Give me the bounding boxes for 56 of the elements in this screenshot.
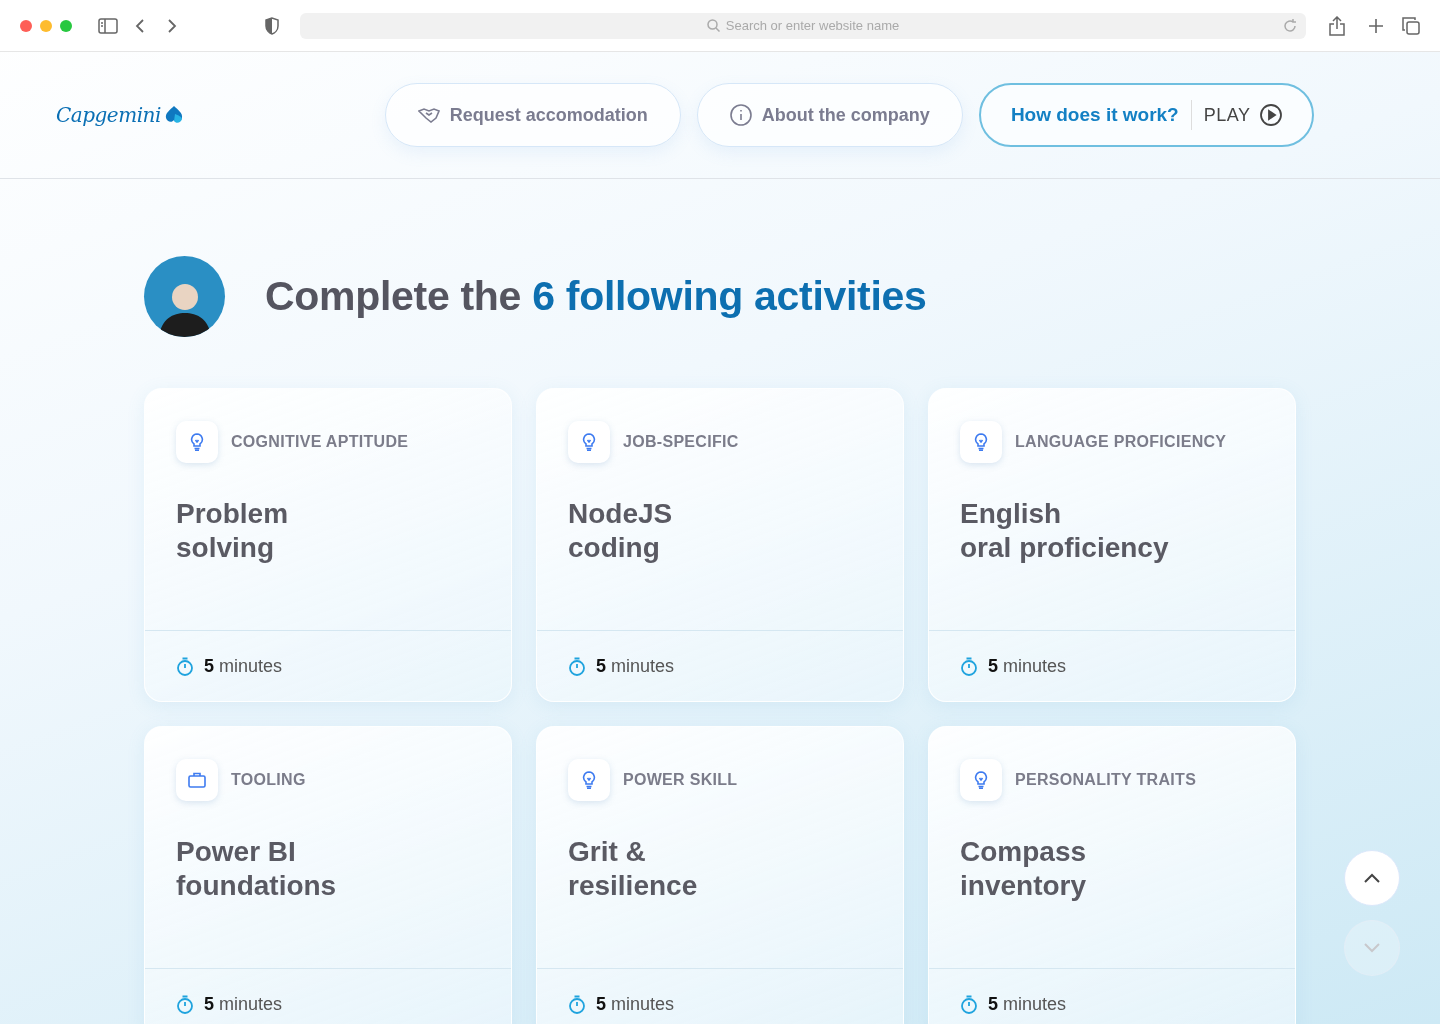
activity-duration: 5 minutes [988,993,1067,1015]
sidebar-icon[interactable] [98,17,118,34]
activity-title: Compass inventory [960,835,1088,903]
lightbulb-icon [582,433,596,451]
activity-card[interactable]: JOB-SPECIFIC NodeJS coding 5 minutes [536,388,904,702]
search-icon [706,19,720,32]
stopwatch-icon [176,994,194,1014]
about-company-button[interactable]: About the company [696,83,963,147]
activity-duration: 5 minutes [204,655,283,677]
play-icon [1260,104,1283,126]
activity-duration: 5 minutes [596,993,675,1015]
activity-category: PERSONALITY TRAITS [1015,771,1197,789]
lightbulb-icon [974,433,988,451]
how-it-works-link[interactable]: How does it work? [1010,100,1192,130]
activity-title: Power BI foundations [176,835,338,903]
play-button[interactable]: PLAY [1203,104,1283,126]
activity-card[interactable]: POWER SKILL Grit & resilience 5 minutes [536,726,904,1024]
activity-card[interactable]: TOOLING Power BI foundations 5 minutes [144,726,512,1024]
activity-title: Grit & resilience [568,835,699,903]
info-icon [729,104,752,126]
stopwatch-icon [176,656,194,676]
activity-category: JOB-SPECIFIC [623,433,739,451]
plus-icon[interactable] [1368,17,1384,34]
chevron-up-icon [1364,873,1380,883]
close-window-dot[interactable] [20,19,32,32]
activity-title: Problem solving [176,497,290,565]
activity-category: POWER SKILL [623,771,738,789]
stopwatch-icon [960,994,978,1014]
lightbulb-icon [190,433,204,451]
activity-duration: 5 minutes [204,993,283,1015]
activity-category: TOOLING [231,771,306,789]
activity-card[interactable]: LANGUAGE PROFICIENCY English oral proficiency 5 minutes [928,388,1296,702]
shield-icon[interactable] [264,16,280,35]
stopwatch-icon [568,994,586,1014]
request-accommodation-button[interactable]: Request accomodation [384,83,681,147]
activity-duration: 5 minutes [596,655,675,677]
lightbulb-icon [974,771,988,789]
minimize-window-dot[interactable] [40,19,52,32]
stopwatch-icon [568,656,586,676]
briefcase-icon [188,772,206,788]
activity-title: English oral proficiency [960,497,1170,565]
share-icon[interactable] [1328,15,1346,36]
page-heading: Complete the 6 following activities [265,273,927,320]
stopwatch-icon [960,656,978,676]
activity-title: NodeJS coding [568,497,674,565]
zoom-window-dot[interactable] [60,19,72,32]
lightbulb-icon [582,771,596,789]
activity-card[interactable]: PERSONALITY TRAITS Compass inventory 5 minutes [928,726,1296,1024]
logo-wordmark[interactable]: Capgemini [56,103,161,127]
activity-duration: 5 minutes [988,655,1067,677]
activity-category: COGNITIVE APTITUDE [231,433,409,451]
chevron-down-icon [1364,943,1380,953]
activity-card[interactable]: COGNITIVE APTITUDE Problem solving 5 minutes [144,388,512,702]
reload-icon[interactable] [1282,17,1298,34]
tabs-overview-icon[interactable] [1402,16,1420,35]
activity-category: LANGUAGE PROFICIENCY [1015,433,1227,451]
